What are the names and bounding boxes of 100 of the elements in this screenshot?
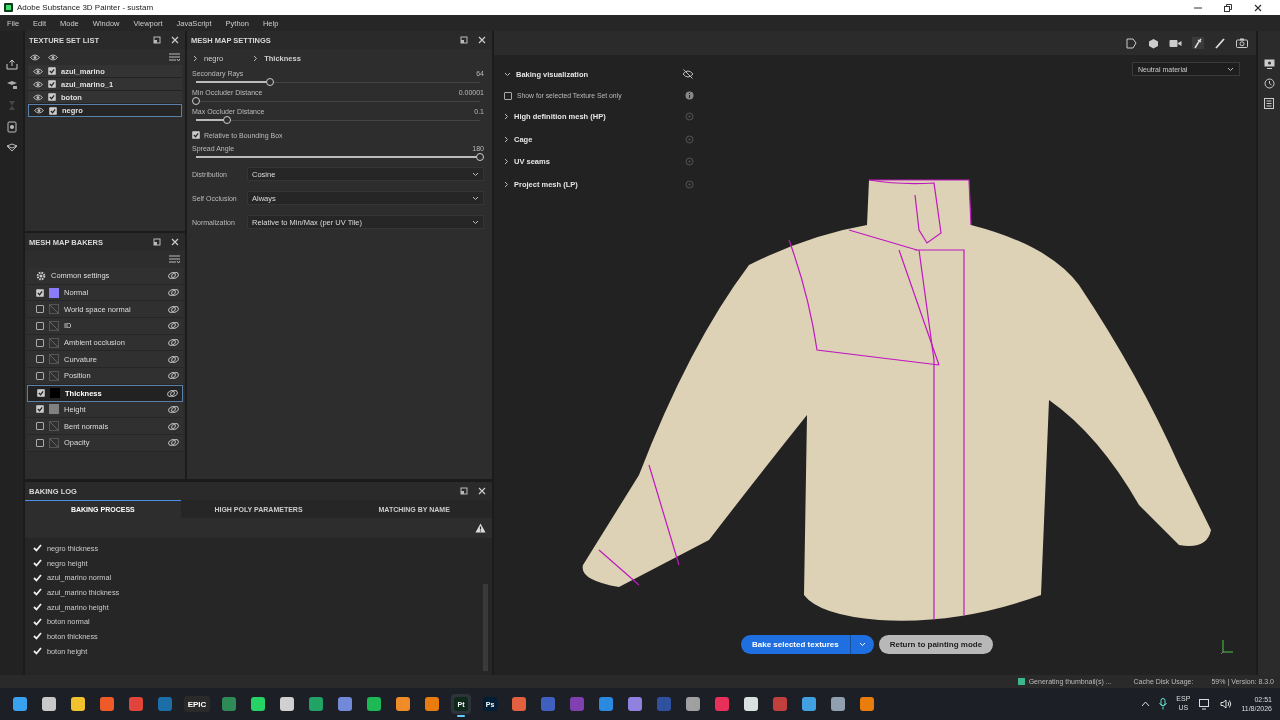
checkbox[interactable] [36, 321, 44, 330]
eye-icon[interactable] [34, 107, 44, 114]
taskbar-app-icon[interactable] [277, 694, 297, 714]
window-title: Adobe Substance 3D Painter - sustam [17, 3, 154, 12]
checkbox[interactable] [36, 422, 44, 431]
cube-icon[interactable] [1148, 37, 1159, 49]
check-icon [37, 406, 43, 413]
list-menu-icon[interactable] [169, 53, 180, 62]
float-icon[interactable] [460, 487, 468, 495]
taskbar-app-icon[interactable] [248, 694, 268, 714]
bake-options-button[interactable] [849, 635, 874, 654]
chevron-down-icon [472, 219, 479, 225]
link-icon[interactable] [168, 304, 179, 314]
slider-thumb[interactable] [476, 153, 484, 161]
mesh-icon[interactable] [5, 143, 18, 152]
float-icon[interactable] [153, 36, 161, 44]
link-icon[interactable] [168, 271, 179, 281]
slider-thumb[interactable] [192, 97, 200, 105]
eye-icon[interactable] [33, 80, 43, 88]
link-icon[interactable] [168, 404, 179, 414]
link-icon[interactable] [168, 338, 179, 348]
chevron-down-icon [1227, 66, 1234, 72]
check-icon [38, 390, 44, 397]
link-icon[interactable] [168, 354, 179, 364]
taskbar-app-icon[interactable] [393, 694, 413, 714]
visibility-icon[interactable] [30, 54, 40, 61]
taskbar-app-icon[interactable] [857, 694, 877, 714]
slider-thumb[interactable] [223, 116, 232, 124]
log-icon[interactable] [1264, 98, 1274, 109]
checkbox[interactable] [504, 91, 512, 100]
taskbar-app-icon[interactable] [68, 694, 88, 714]
taskbar-app-icon[interactable] [828, 694, 848, 714]
brush-icon[interactable] [1214, 37, 1226, 49]
empty-swatch [49, 304, 59, 315]
document-icon[interactable] [6, 121, 17, 133]
float-icon[interactable] [460, 36, 468, 44]
link-icon[interactable] [167, 388, 178, 398]
link-icon[interactable] [168, 288, 179, 298]
checkbox[interactable] [36, 438, 44, 447]
volume-icon[interactable] [1220, 699, 1233, 709]
checkbox[interactable] [36, 338, 44, 347]
microphone-icon[interactable] [1159, 698, 1168, 710]
check-icon [49, 68, 55, 74]
link-icon[interactable] [168, 421, 179, 431]
hidden-icon[interactable] [682, 69, 694, 80]
checkbox[interactable] [36, 355, 44, 364]
return-button[interactable]: Return to painting mode [878, 635, 994, 654]
bake-button[interactable]: Bake selected textures [741, 635, 850, 654]
eye-icon[interactable] [33, 67, 43, 75]
empty-swatch [49, 354, 59, 365]
taskbar-app-icon[interactable] [364, 694, 384, 714]
viewport-shape-icon[interactable] [1126, 37, 1138, 49]
restore-icon[interactable] [1224, 3, 1232, 12]
taskbar-app-icon[interactable] [625, 694, 645, 714]
checkbox[interactable] [37, 389, 45, 398]
display-settings-icon[interactable] [1263, 59, 1275, 69]
eye-icon[interactable] [33, 93, 43, 101]
link-icon[interactable] [168, 438, 179, 448]
solo-icon[interactable] [48, 54, 58, 61]
float-icon[interactable] [153, 238, 161, 246]
link-icon[interactable] [168, 321, 179, 331]
axis-gizmo-icon [1220, 639, 1234, 655]
layers-icon[interactable] [5, 80, 18, 90]
taskbar-app-icon[interactable] [683, 694, 703, 714]
screenshot-icon[interactable] [1236, 38, 1248, 48]
warning-icon[interactable] [475, 523, 486, 533]
checkbox[interactable] [36, 405, 44, 414]
checkbox[interactable] [49, 106, 57, 115]
close-icon[interactable] [1254, 3, 1262, 12]
checkbox[interactable] [36, 305, 44, 314]
tray-chevron-icon[interactable] [1141, 701, 1151, 707]
checkbox[interactable] [36, 371, 44, 380]
taskbar-app-icon[interactable] [10, 694, 30, 714]
taskbar-app-icon[interactable] [39, 694, 59, 714]
chevron-down-icon [858, 642, 866, 647]
taskbar-app-icon[interactable] [306, 694, 326, 714]
empty-swatch [49, 320, 59, 331]
slider-thumb[interactable] [265, 78, 274, 86]
taskbar-app-icon[interactable] [335, 694, 355, 714]
checkbox[interactable] [36, 288, 44, 297]
checkbox[interactable] [48, 67, 56, 75]
checkbox[interactable] [192, 131, 200, 139]
chevron-icon [253, 55, 259, 62]
camera-icon[interactable] [1169, 38, 1182, 48]
check-icon [49, 81, 55, 87]
export-icon[interactable] [5, 59, 18, 70]
list-menu-icon[interactable] [169, 255, 180, 264]
history-icon[interactable] [1263, 78, 1275, 89]
link-icon[interactable] [168, 371, 179, 381]
checkbox[interactable] [48, 80, 56, 88]
info-icon[interactable] [685, 91, 694, 100]
taskbar-app-icon[interactable] [799, 694, 819, 714]
taskbar-app-icon[interactable]: EPIC [184, 694, 210, 714]
taskbar-app-icon[interactable] [422, 694, 442, 714]
empty-swatch [49, 421, 59, 432]
network-icon[interactable] [1199, 698, 1212, 710]
empty-swatch [49, 337, 59, 348]
checkbox[interactable] [48, 93, 56, 101]
bake-tool-icon[interactable] [1192, 37, 1204, 49]
taskbar-app-icon[interactable] [741, 694, 761, 714]
